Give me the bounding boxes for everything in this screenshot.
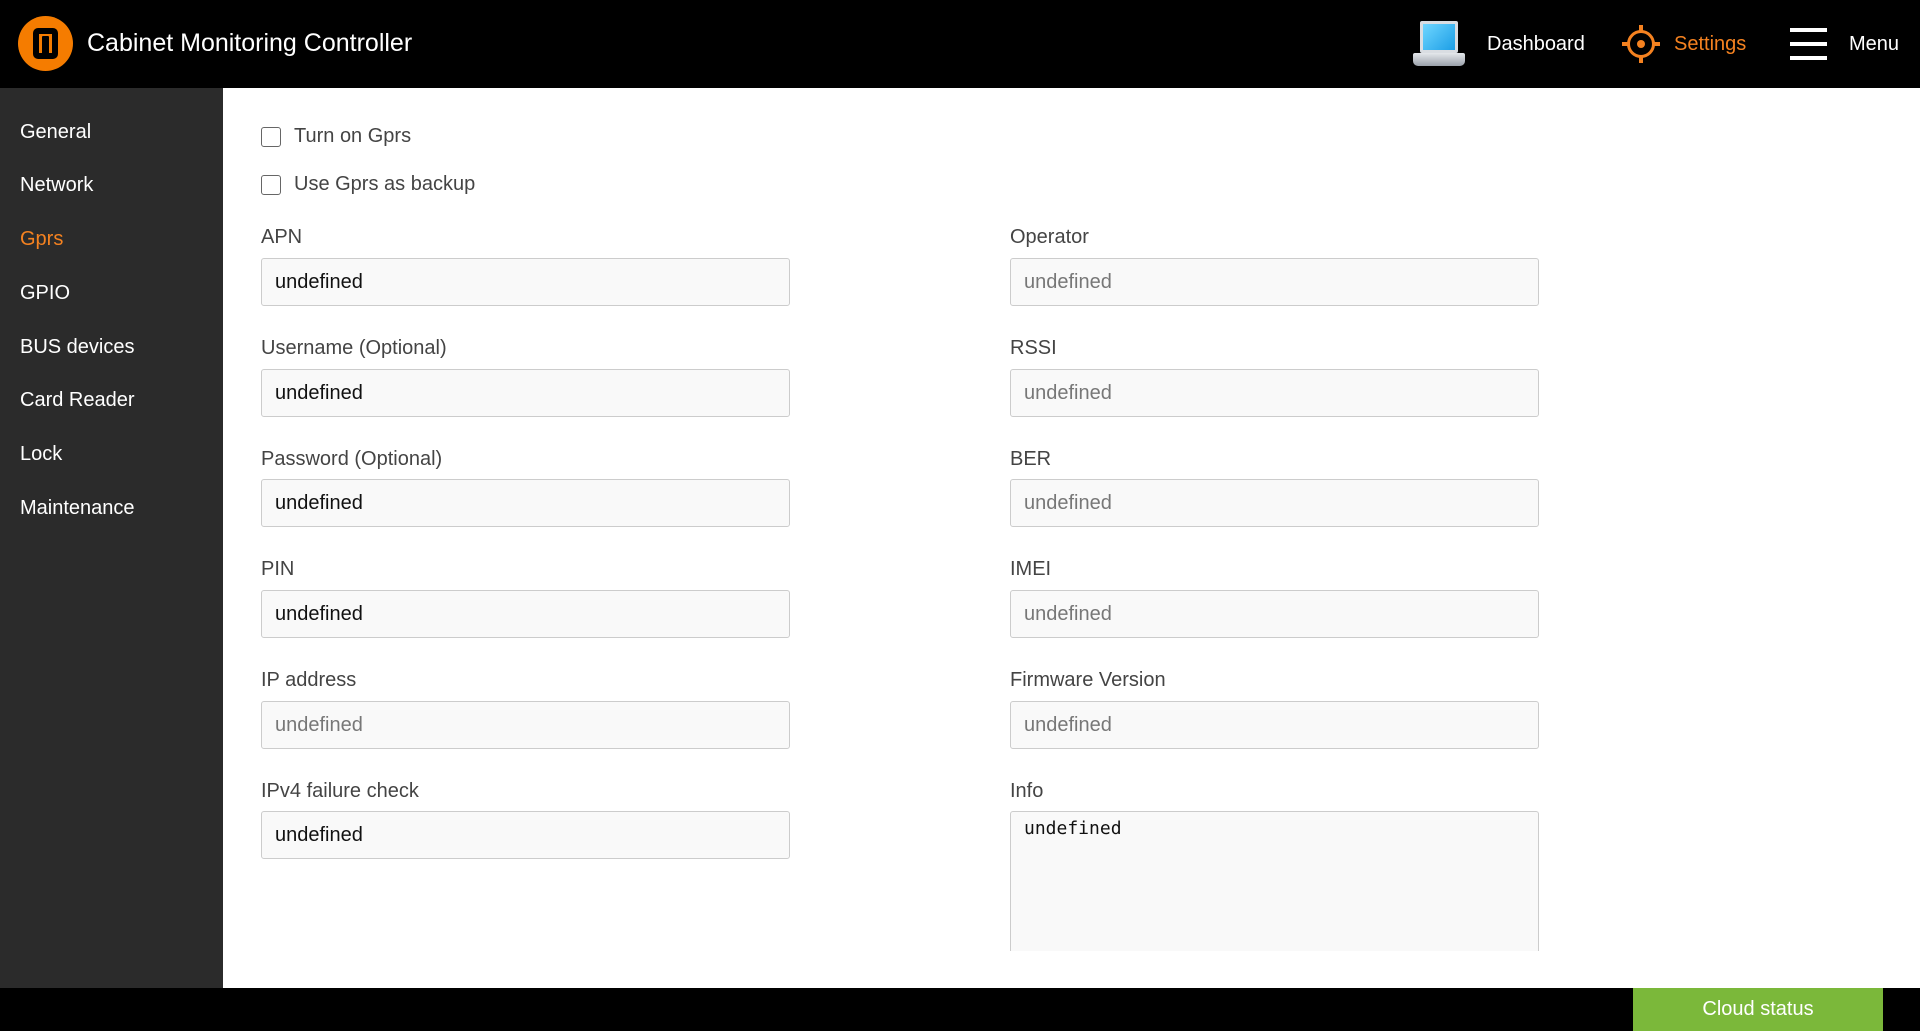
nav-settings[interactable]: Settings [1622, 0, 1746, 88]
gear-icon [1622, 25, 1660, 63]
operator-field [1010, 258, 1539, 306]
rssi-label: RSSI [1010, 337, 1057, 359]
operator-label: Operator [1010, 226, 1089, 248]
nav-dashboard-label: Dashboard [1487, 32, 1585, 55]
pin-label: PIN [261, 558, 295, 580]
turn-on-gprs-checkbox[interactable] [261, 126, 281, 147]
password-label: Password (Optional) [261, 448, 443, 470]
nav-settings-label: Settings [1674, 32, 1747, 55]
ipv4-failure-check-input[interactable] [261, 811, 790, 859]
imei-label: IMEI [1010, 558, 1052, 580]
nav-dashboard[interactable]: Dashboard [1413, 0, 1585, 88]
top-bar: Cabinet Monitoring Controller Dashboard … [0, 0, 1920, 88]
sidebar-item-card-reader[interactable]: Card Reader [20, 389, 135, 412]
firmware-version-label: Firmware Version [1010, 669, 1166, 691]
sidebar-item-gpio[interactable]: GPIO [20, 282, 70, 305]
sidebar-item-gprs[interactable]: Gprs [20, 228, 63, 251]
nav-menu[interactable]: Menu [1790, 0, 1899, 88]
username-label: Username (Optional) [261, 337, 447, 359]
sidebar-item-maintenance[interactable]: Maintenance [20, 497, 135, 520]
pin-input[interactable] [261, 590, 790, 638]
info-label: Info [1010, 780, 1044, 802]
nav-menu-label: Menu [1849, 32, 1900, 55]
laptop-icon [1413, 19, 1465, 69]
ip-address-label: IP address [261, 669, 357, 691]
apn-label: APN [261, 226, 303, 248]
footer-bar: Cloud status [0, 988, 1920, 1031]
sidebar: General Network Gprs GPIO BUS devices Ca… [0, 88, 223, 988]
gprs-backup-checkbox[interactable] [261, 174, 281, 195]
apn-input[interactable] [261, 258, 790, 306]
ber-field [1010, 479, 1539, 527]
sidebar-item-bus-devices[interactable]: BUS devices [20, 336, 135, 359]
brand: Cabinet Monitoring Controller [18, 16, 412, 71]
turn-on-gprs-label: Turn on Gprs [294, 125, 412, 147]
firmware-version-field [1010, 701, 1539, 749]
turn-on-gprs-row: Turn on Gprs [261, 125, 411, 148]
imei-field [1010, 590, 1539, 638]
gprs-settings-panel: Turn on Gprs Use Gprs as backup APN User… [223, 88, 1920, 988]
cloud-status-button[interactable]: Cloud status [1633, 988, 1883, 1031]
hamburger-icon [1790, 26, 1827, 62]
ipv4-failure-check-label: IPv4 failure check [261, 780, 419, 802]
sidebar-item-general[interactable]: General [20, 121, 91, 144]
sidebar-item-lock[interactable]: Lock [20, 443, 62, 466]
ber-label: BER [1010, 448, 1052, 470]
username-input[interactable] [261, 369, 790, 417]
app-title: Cabinet Monitoring Controller [87, 29, 413, 57]
password-input[interactable] [261, 479, 790, 527]
rssi-field [1010, 369, 1539, 417]
sidebar-item-network[interactable]: Network [20, 174, 93, 197]
info-textarea[interactable]: undefined [1010, 811, 1539, 951]
gprs-backup-label: Use Gprs as backup [294, 173, 476, 195]
logo-icon [18, 16, 73, 71]
ip-address-field [261, 701, 790, 749]
gprs-backup-row: Use Gprs as backup [261, 173, 475, 196]
